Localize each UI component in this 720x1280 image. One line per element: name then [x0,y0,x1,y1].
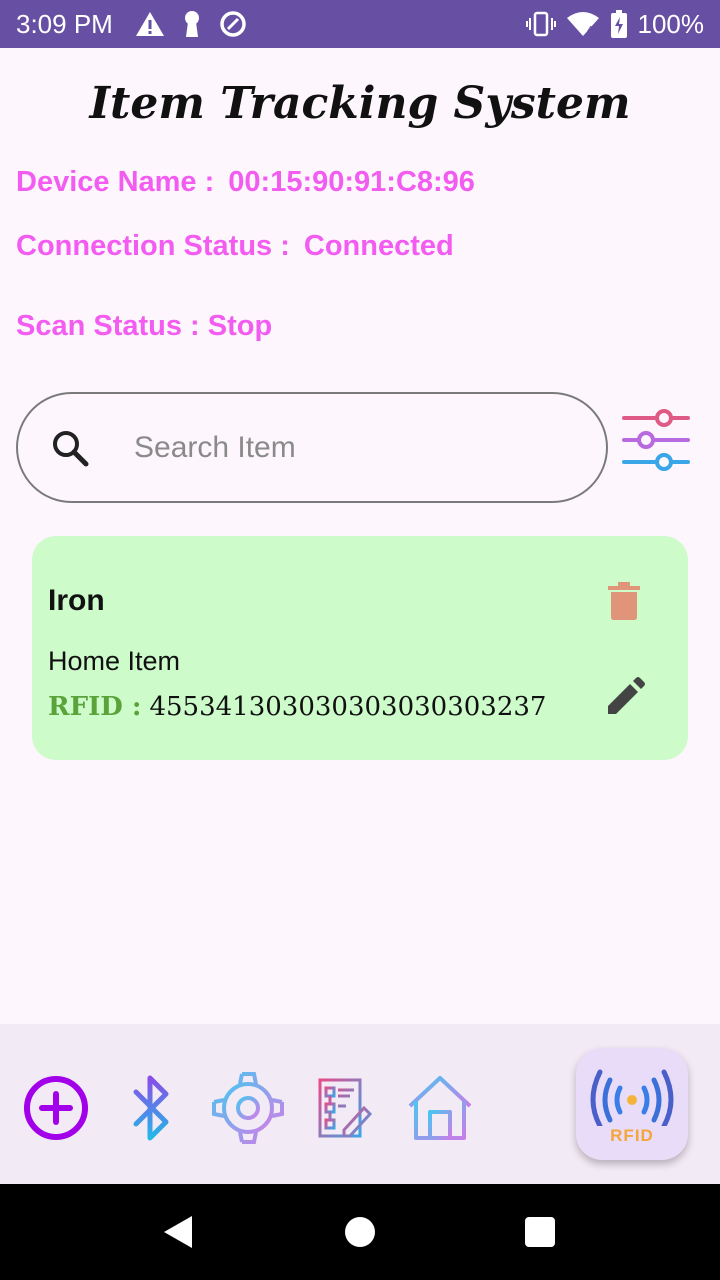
battery-charging-icon [610,10,627,38]
battery-percent: 100% [637,8,705,39]
delete-icon[interactable] [604,580,644,622]
device-name-row: Device Name : 00:15:90:91:C8:96 [16,166,475,199]
back-icon[interactable] [162,1214,194,1255]
status-bar: 3:09 PM 4 100% [0,0,720,48]
scan-status-label: Scan Status : [16,310,200,342]
home-circle-icon[interactable] [345,1217,375,1247]
settings-icon[interactable] [208,1068,288,1148]
rfid-fab-label: RFID [610,1126,654,1145]
recents-icon[interactable] [525,1217,555,1247]
bluetooth-icon[interactable] [128,1070,176,1146]
search-bar[interactable] [16,392,608,503]
report-icon[interactable] [316,1076,372,1140]
filter-icon[interactable] [620,406,692,474]
item-name: Iron [48,584,105,617]
item-category: Home Item [48,646,181,676]
rfid-scan-button[interactable]: RFID [576,1048,688,1160]
status-time: 3:09 PM [16,8,113,39]
wifi-icon: 4 [566,12,599,36]
device-name-label: Device Name : [16,166,215,198]
edit-icon[interactable] [602,676,646,720]
page-title: Item Tracking System [89,78,631,129]
scan-status-value: Stop [207,310,273,342]
data-saver-icon [220,11,246,37]
rfid-value: 455341303030303030303237 [149,692,547,722]
rfid-signal-icon [590,1069,674,1126]
keyhole-icon [184,11,199,37]
item-rfid: RFID :455341303030303030303237 [48,692,546,722]
search-icon [53,430,89,466]
bottom-nav: RFID [0,1024,720,1184]
scan-status-row: Scan Status : Stop [16,310,272,343]
system-nav-bar [0,1184,720,1280]
vibrate-icon [525,11,556,37]
connection-status-row: Connection Status : Connected [16,230,454,263]
svg-text:4: 4 [587,25,593,36]
search-input[interactable] [134,430,554,465]
rfid-label: RFID : [48,692,142,722]
item-card[interactable]: Iron Home Item RFID :4553413030303030303… [32,536,688,760]
add-icon[interactable] [22,1074,90,1142]
connection-status-label: Connection Status : [16,230,290,262]
alert-icon [135,12,164,36]
home-icon[interactable] [406,1074,474,1142]
connection-status-value: Connected [303,230,454,262]
device-name-value: 00:15:90:91:C8:96 [228,166,475,198]
